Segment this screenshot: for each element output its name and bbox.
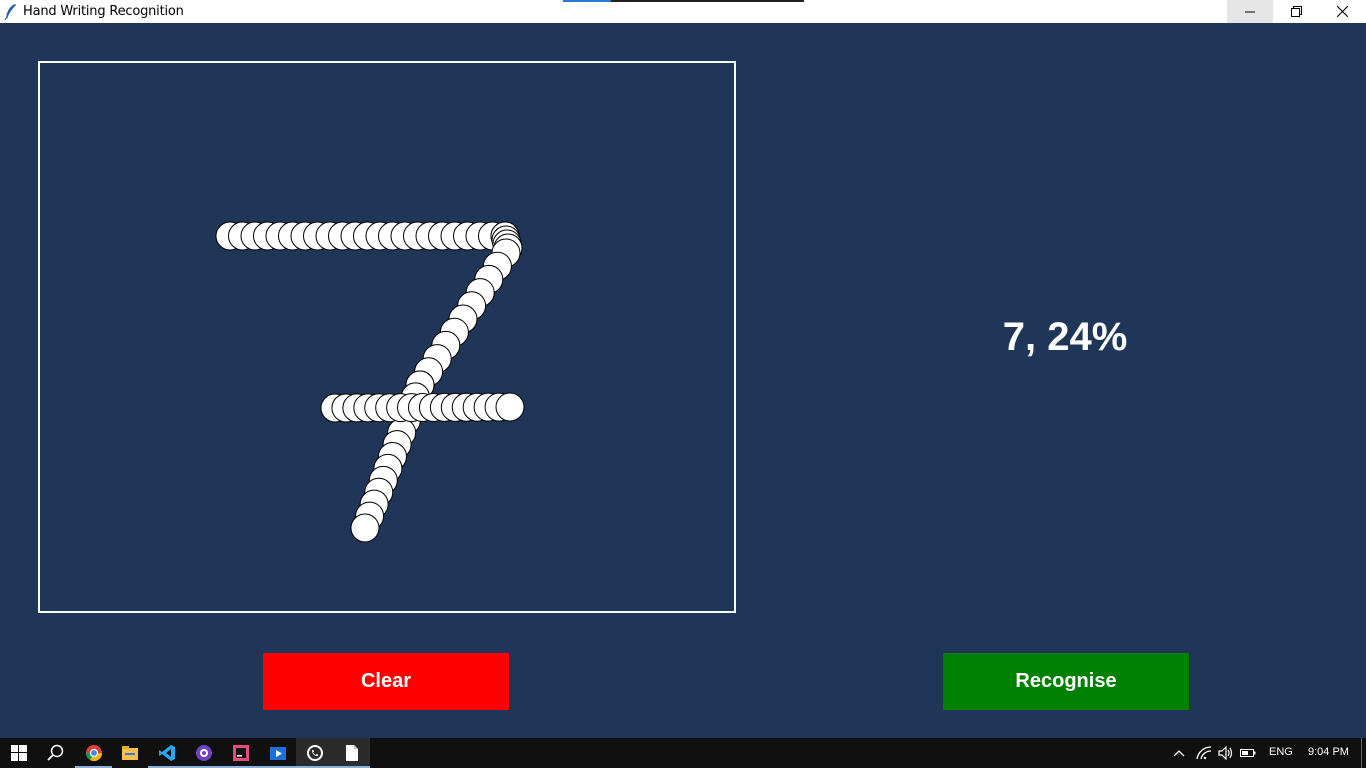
window-titlebar: Hand Writing Recognition: [0, 0, 1366, 23]
handwritten-strokes: [215, 221, 525, 543]
battery-icon: [1240, 749, 1256, 757]
close-button[interactable]: [1319, 0, 1365, 23]
feather-icon: [4, 3, 18, 21]
wifi-icon: [1196, 746, 1212, 760]
taskbar-file-explorer[interactable]: [111, 738, 148, 768]
file-explorer-icon: [121, 746, 138, 760]
taskbar-github-desktop[interactable]: [185, 738, 222, 768]
speaker-icon: [1218, 746, 1233, 760]
minimize-icon: [1245, 11, 1255, 12]
chrome-icon: [85, 745, 102, 762]
search-button[interactable]: [37, 738, 74, 768]
taskbar-vscode[interactable]: [148, 738, 185, 768]
language-indicator[interactable]: ENG: [1269, 746, 1293, 758]
clock[interactable]: 9:04 PM: [1308, 746, 1349, 758]
drawing-canvas[interactable]: [38, 61, 736, 613]
restore-button[interactable]: [1273, 0, 1319, 23]
github-desktop-icon: [195, 745, 212, 761]
taskbar-whatsapp[interactable]: [296, 738, 333, 768]
media-player-icon: [269, 747, 286, 760]
kotlin-ide-icon: [232, 745, 249, 761]
prediction-result: 7, 24%: [1002, 315, 1128, 359]
tray-volume[interactable]: [1214, 738, 1238, 768]
tray-network[interactable]: [1192, 738, 1216, 768]
stroke-dot: [495, 392, 525, 422]
taskbar: ENG 9:04 PM: [0, 738, 1366, 768]
clear-button[interactable]: Clear: [263, 653, 509, 710]
close-icon: [1336, 6, 1348, 17]
title-accent-left: [563, 0, 611, 2]
tray-battery[interactable]: [1236, 738, 1260, 768]
chevron-up-icon: [1173, 750, 1185, 757]
notepad-icon: [345, 745, 358, 761]
taskbar-chrome[interactable]: [75, 738, 112, 768]
vscode-icon: [158, 745, 175, 761]
restore-icon: [1290, 6, 1302, 17]
stroke-dot: [350, 513, 380, 543]
taskbar-kotlin-ide[interactable]: [222, 738, 259, 768]
taskbar-media-player[interactable]: [259, 738, 296, 768]
show-desktop-divider[interactable]: [1361, 738, 1362, 768]
title-accent-right: [611, 0, 804, 2]
whatsapp-icon: [306, 745, 323, 761]
taskbar-notepad[interactable]: [333, 738, 370, 768]
window-title: Hand Writing Recognition: [23, 4, 184, 19]
minimize-button[interactable]: [1227, 0, 1273, 23]
recognise-button[interactable]: Recognise: [943, 653, 1189, 710]
tray-overflow-button[interactable]: [1162, 738, 1196, 768]
start-button[interactable]: [0, 738, 37, 768]
windows-start-icon: [10, 745, 27, 761]
app-body: 7, 24% Clear Recognise: [0, 23, 1366, 738]
search-icon: [46, 744, 63, 761]
